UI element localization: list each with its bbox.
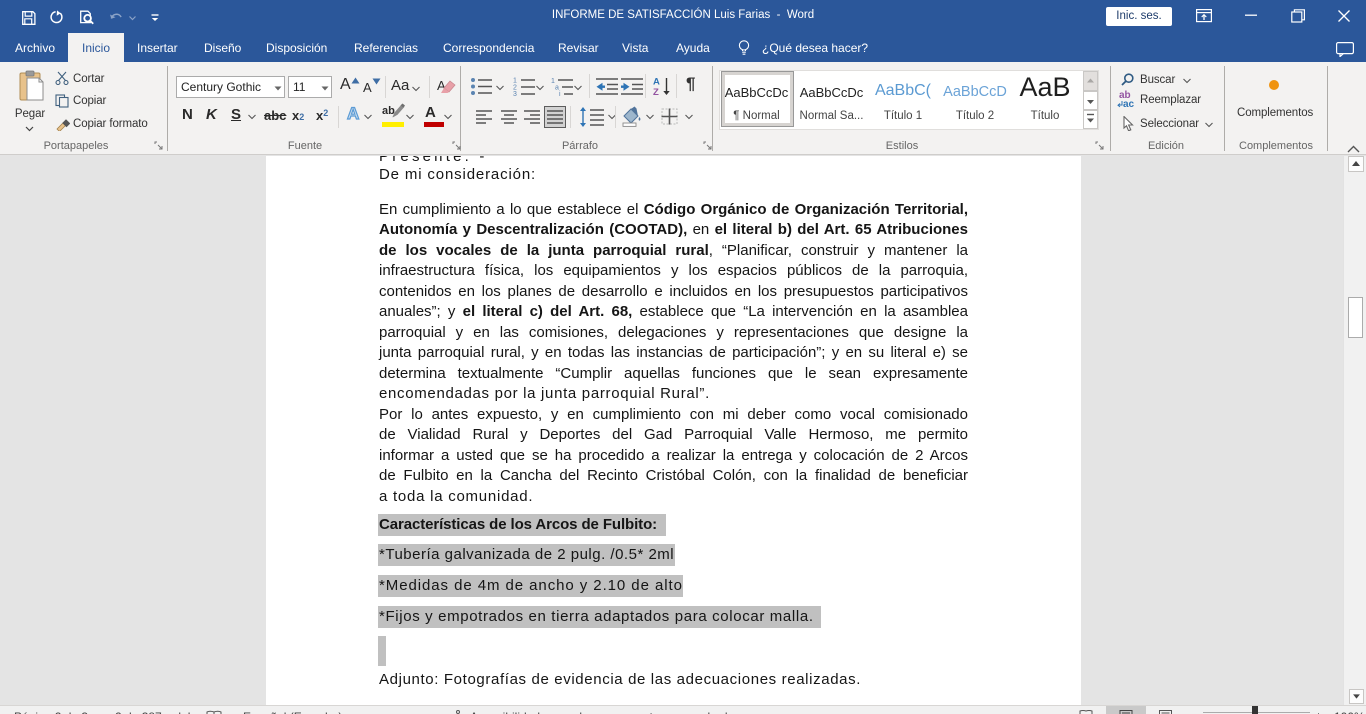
svg-text:i: i <box>559 91 561 96</box>
svg-text:3: 3 <box>513 91 517 96</box>
svg-text:1: 1 <box>513 78 517 85</box>
svg-text:Z: Z <box>653 87 659 96</box>
svg-text:A: A <box>653 77 660 88</box>
